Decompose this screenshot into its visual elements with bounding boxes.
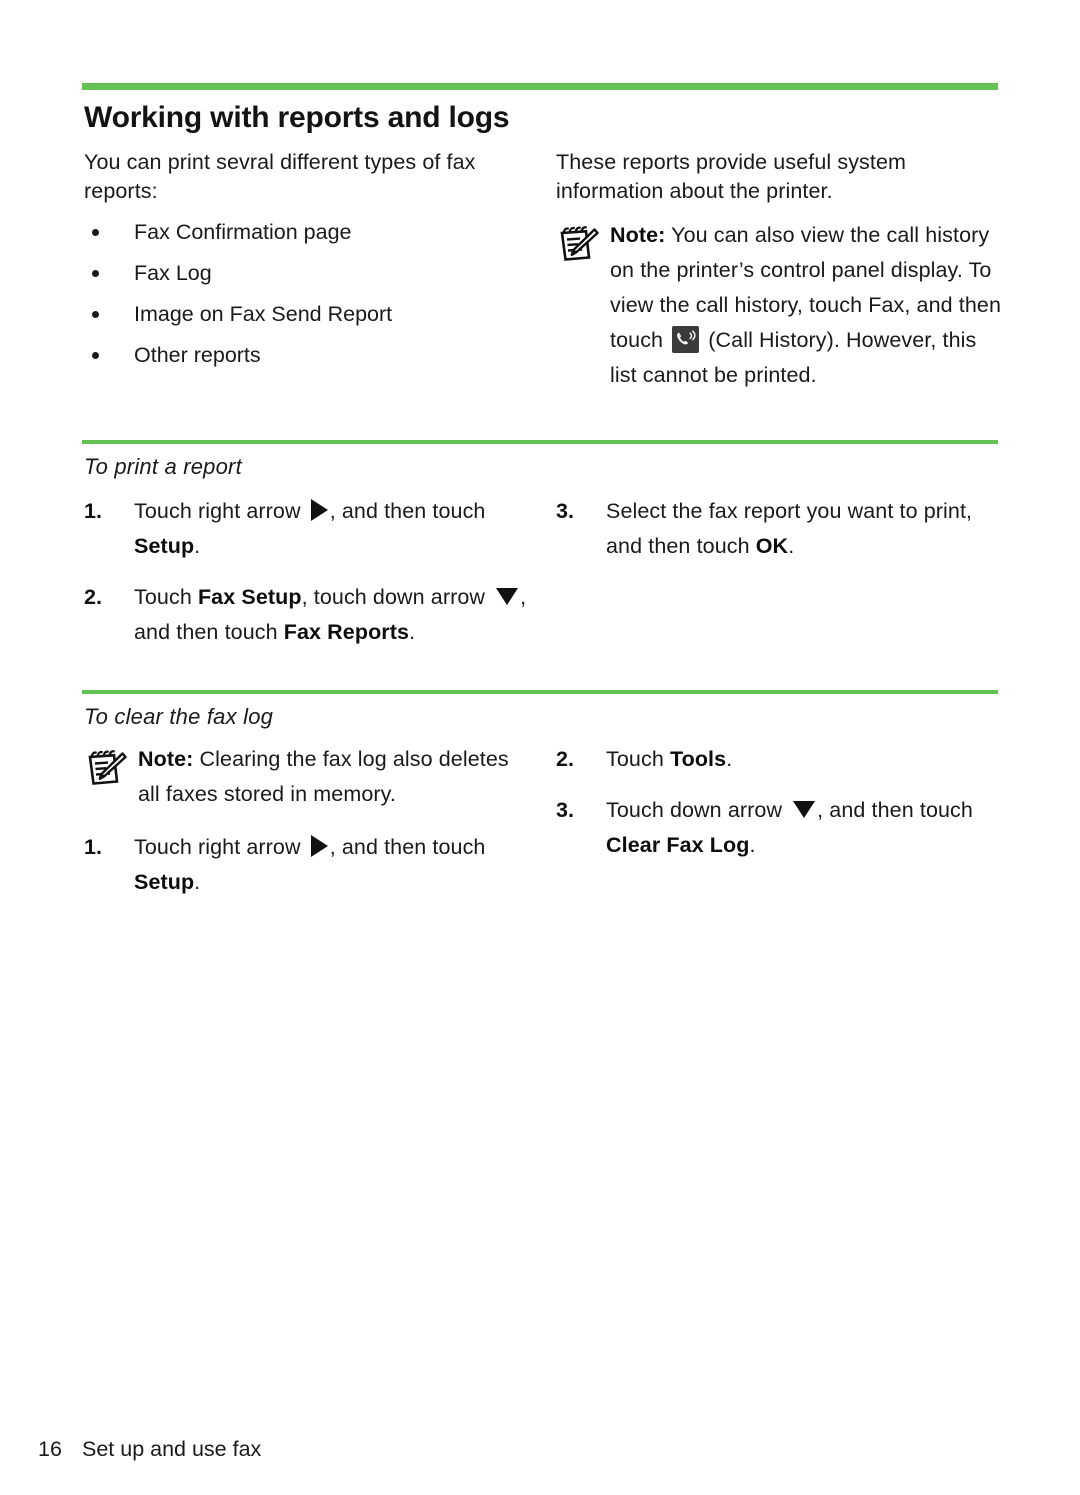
note-label: Note: — [138, 747, 194, 771]
step-text-mid: , and then touch — [329, 499, 486, 523]
step-text-post: . — [194, 870, 201, 894]
step-text-post: . — [409, 620, 416, 644]
intro-paragraph-right: These reports provide useful system info… — [556, 150, 907, 203]
bullet-dot-icon — [92, 229, 99, 236]
footer-chapter-title: Set up and use fax — [82, 1437, 262, 1461]
subsection-title-clear-fax-log: To clear the fax log — [84, 704, 274, 729]
step-text: Touch Tools. — [606, 742, 1006, 777]
step-number: 1. — [84, 499, 102, 523]
step-text-pre: Touch right arrow — [134, 499, 307, 523]
step-text-mid: , and then touch — [329, 835, 486, 859]
note-pad-pencil-icon — [556, 224, 600, 268]
subsection-title-print-report: To print a report — [84, 454, 242, 479]
print-report-steps-right: 3. Select the fax report you want to pri… — [556, 494, 1006, 580]
step-text-mid: , and then touch — [817, 798, 973, 822]
bullet-dot-icon — [92, 270, 99, 277]
bullet-dot-icon — [92, 352, 99, 359]
step-text-post: . — [194, 534, 201, 558]
page-footer: 16 Set up and use fax — [38, 1437, 261, 1462]
step-text-post: . — [749, 833, 756, 857]
step-text: Touch right arrow , and then touch Setup… — [134, 494, 534, 564]
footer-page-number: 16 — [38, 1437, 62, 1461]
clear-fax-log-right: 2. Touch Tools. 3. Touch down arrow , an… — [556, 742, 1006, 879]
step-text: Select the fax report you want to print,… — [606, 494, 1006, 564]
note-body: Note: You can also view the call history… — [610, 218, 1006, 393]
step-number: 2. — [556, 747, 574, 771]
list-item-label: Fax Log — [134, 261, 212, 285]
step-bold-setup: Setup — [134, 870, 195, 894]
step-text-pre: Touch — [134, 585, 198, 609]
list-item-label: Other reports — [134, 343, 261, 367]
step-bold-clear-fax-log: Clear Fax Log — [606, 833, 750, 857]
clear-fax-log-left: Note: Clearing the fax log also deletes … — [84, 742, 534, 916]
down-arrow-icon — [496, 588, 519, 605]
section-divider-print-report — [82, 440, 998, 444]
note-call-history: Note: You can also view the call history… — [556, 218, 1006, 393]
call-history-icon — [672, 326, 700, 353]
bullet-dot-icon — [92, 311, 99, 318]
step-text-mid1: , touch down arrow — [301, 585, 492, 609]
step-2: 2. Touch Tools. — [556, 742, 1006, 777]
note-clear-fax-log: Note: Clearing the fax log also deletes … — [84, 742, 534, 812]
section-divider-top — [82, 83, 998, 90]
step-number: 1. — [84, 835, 102, 859]
step-bold-fax-reports: Fax Reports — [283, 620, 410, 644]
step-1: 1. Touch right arrow , and then touch Se… — [84, 830, 534, 900]
step-1: 1. Touch right arrow , and then touch Se… — [84, 494, 534, 564]
right-arrow-icon — [310, 835, 328, 857]
step-bold-tools: Tools — [669, 747, 727, 771]
step-bold-ok: OK — [755, 534, 789, 558]
step-2: 2. Touch Fax Setup, touch down arrow , a… — [84, 580, 534, 650]
step-text-pre: Touch — [606, 747, 670, 771]
section-divider-clear-fax-log — [82, 690, 998, 694]
document-page: Working with reports and logs You can pr… — [0, 0, 1080, 1495]
print-report-steps-left: 1. Touch right arrow , and then touch Se… — [84, 494, 534, 666]
page-title: Working with reports and logs — [84, 101, 510, 134]
step-text-post: . — [788, 534, 795, 558]
step-bold-fax-setup: Fax Setup — [197, 585, 302, 609]
note-body: Note: Clearing the fax log also deletes … — [138, 742, 534, 812]
step-text: Touch right arrow , and then touch Setup… — [134, 830, 534, 900]
step-number: 2. — [84, 585, 102, 609]
step-text-pre: Touch right arrow — [134, 835, 307, 859]
note-pad-pencil-icon — [84, 748, 128, 792]
step-3: 3. Select the fax report you want to pri… — [556, 494, 1006, 564]
step-text-post: . — [726, 747, 733, 771]
step-3: 3. Touch down arrow , and then touch Cle… — [556, 793, 1006, 863]
right-arrow-icon — [310, 499, 328, 521]
down-arrow-icon — [793, 801, 816, 818]
list-item-label: Image on Fax Send Report — [134, 302, 393, 326]
step-text: Touch Fax Setup, touch down arrow , and … — [134, 580, 534, 650]
step-bold-setup: Setup — [134, 534, 195, 558]
intro-paragraph-left: You can print sevral different types of … — [84, 150, 476, 203]
step-text-pre: Touch down arrow — [606, 798, 789, 822]
note-label: Note: — [610, 223, 666, 247]
step-text: Touch down arrow , and then touch Clear … — [606, 793, 1006, 863]
step-number: 3. — [556, 798, 574, 822]
step-number: 3. — [556, 499, 574, 523]
note-text: Clearing the fax log also deletes all fa… — [138, 747, 509, 806]
list-item-label: Fax Confirmation page — [134, 220, 352, 244]
